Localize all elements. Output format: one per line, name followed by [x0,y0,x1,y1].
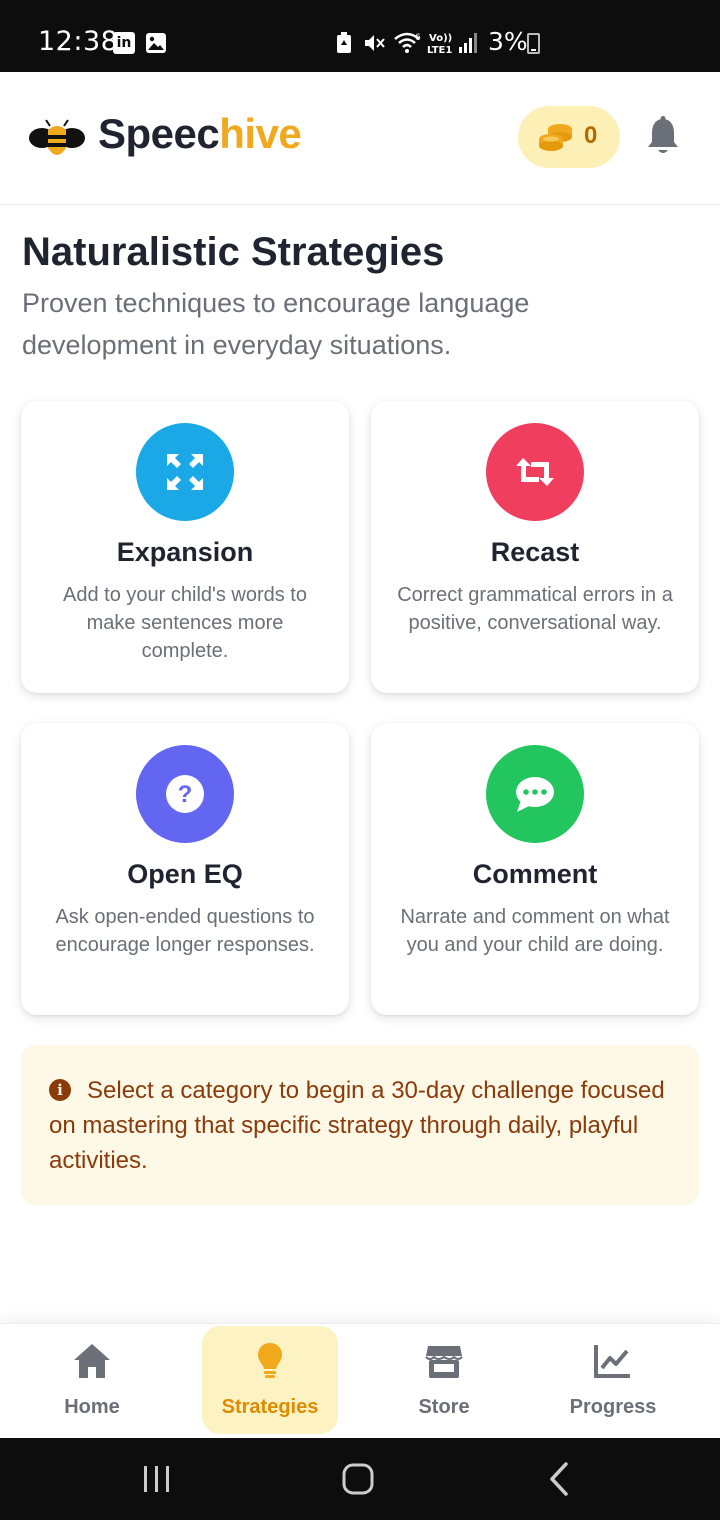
app-header: Speechive 0 [0,72,720,205]
svg-text:6: 6 [415,33,421,43]
image-icon [146,33,166,53]
battery-icon [527,33,540,54]
system-navigation-bar [0,1438,720,1520]
nav-label: Store [418,1396,470,1418]
open-eq-icon-circle: ? [136,745,234,843]
nav-home[interactable]: Home [24,1324,160,1439]
brand-name-part2: hive [219,110,302,157]
strategy-description: Ask open-ended questions to encourage lo… [55,906,315,956]
battery-saver-icon [337,32,351,53]
svg-text:LTE1: LTE1 [427,45,452,56]
coin-balance-button[interactable]: 0 [518,106,620,168]
page-title: Naturalistic Strategies [22,230,445,274]
battery-percent: 3% [488,27,528,56]
svg-text:?: ? [178,781,193,808]
recast-icon-circle [486,423,584,521]
comment-icon-circle [486,745,584,843]
volte-icon: Vo)) LTE1 [427,33,452,56]
nav-label: Home [64,1396,120,1418]
strategy-title: Open EQ [127,859,243,889]
nav-progress[interactable]: Progress [545,1324,681,1439]
info-text: Select a category to begin a 30-day chal… [49,1077,665,1174]
comment-dots-icon [516,777,554,812]
page-subtitle: Proven techniques to encourage language … [22,288,530,360]
strategy-description: Narrate and comment on what you and your… [400,906,670,956]
bee-logo-icon [29,119,85,155]
coins-icon [539,124,572,151]
nav-label: Progress [569,1396,657,1418]
retweet-icon [516,458,554,486]
mute-icon [365,35,385,51]
chart-line-icon [594,1345,630,1378]
wifi-icon: 6 [394,32,421,53]
nav-label: Strategies [221,1396,319,1418]
status-bar: 12:38 in 6 Vo)) LTE1 3% [0,0,720,72]
brand-name: Speechive [98,110,302,158]
strategy-title: Comment [472,859,598,889]
home-button-icon[interactable] [335,1456,381,1502]
nav-strategies[interactable]: Strategies [202,1324,338,1439]
bell-icon[interactable] [644,116,682,156]
signal-icon [459,33,477,53]
strategy-description: Correct grammatical errors in a positive… [397,584,673,634]
store-icon [425,1346,463,1378]
nav-store[interactable]: Store [376,1324,512,1439]
recent-apps-icon[interactable] [134,1456,180,1502]
strategy-card-comment[interactable]: Comment Narrate and comment on what you … [371,723,699,1015]
info-callout: i Select a category to begin a 30-day ch… [21,1045,699,1205]
back-icon[interactable] [538,1456,584,1502]
bottom-navigation: Home Strategies Store Progress [0,1323,720,1438]
strategy-title: Expansion [116,537,254,567]
strategy-card-recast[interactable]: Recast Correct grammatical errors in a p… [371,401,699,693]
question-icon: ? [166,775,204,813]
strategy-card-expansion[interactable]: Expansion Add to your child's words to m… [21,401,349,693]
expansion-icon-circle [136,423,234,521]
home-icon [74,1344,110,1378]
strategy-card-open-eq[interactable]: ? Open EQ Ask open-ended questions to en… [21,723,349,1015]
coin-count: 0 [584,122,598,149]
lightbulb-icon [258,1343,282,1378]
status-time: 12:38 [38,26,119,57]
expand-arrows-icon [167,454,203,490]
svg-text:Vo)): Vo)) [429,33,452,44]
strategy-description: Add to your child's words to make senten… [63,584,307,662]
linkedin-icon: in [113,32,135,54]
strategy-title: Recast [490,537,580,567]
brand-name-part1: Speec [98,110,220,157]
